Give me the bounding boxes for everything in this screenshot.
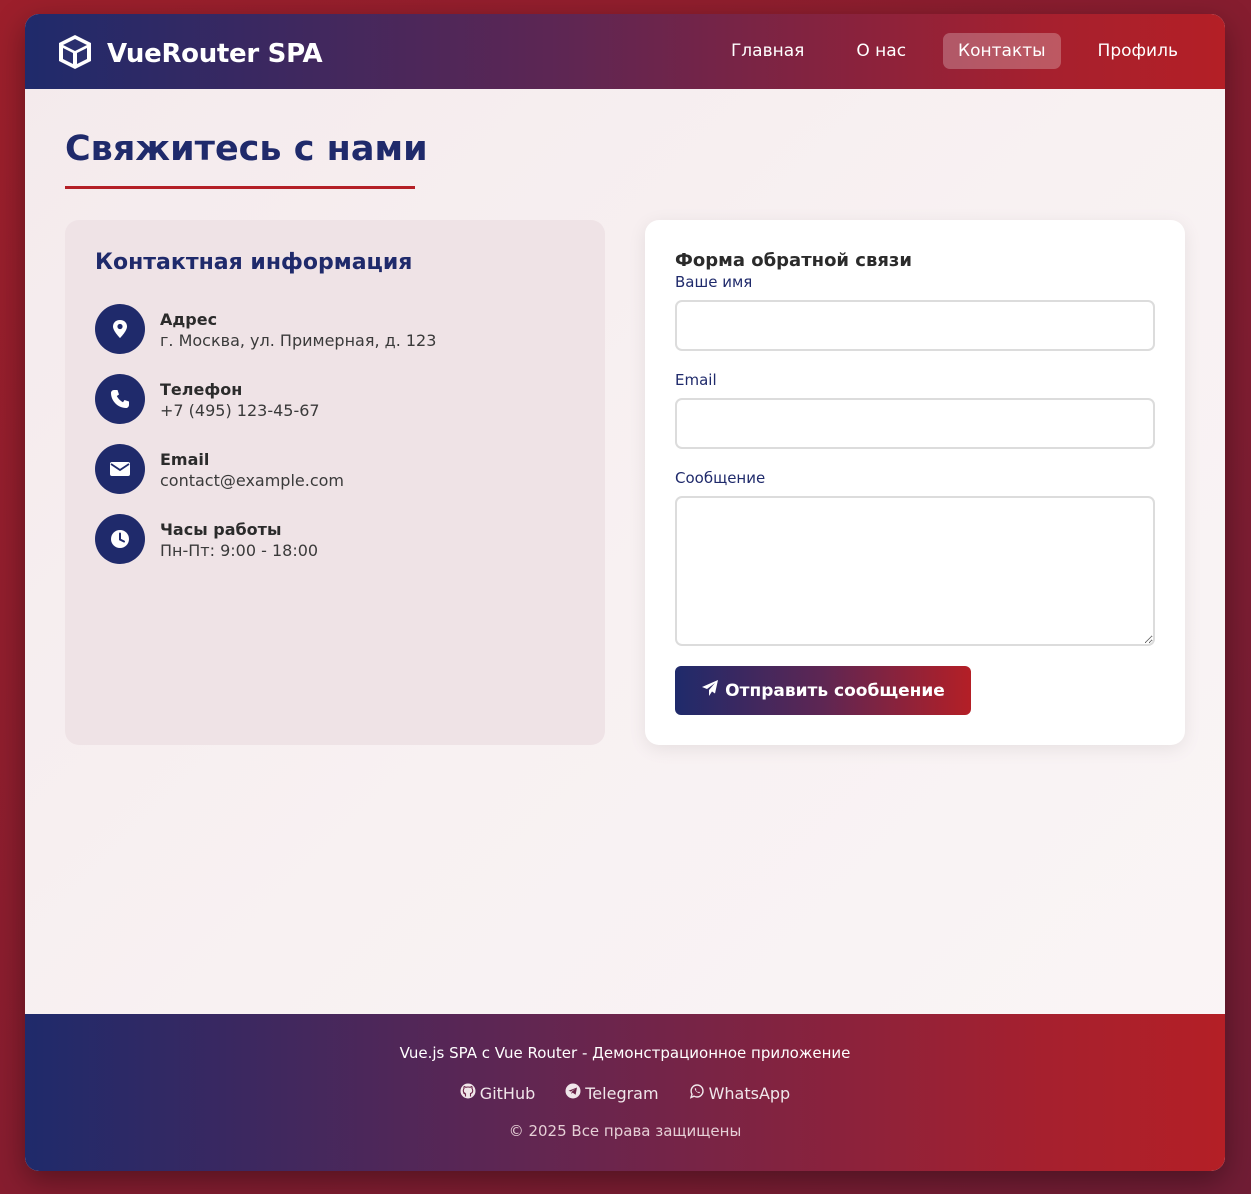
contact-item-value: Пн-Пт: 9:00 - 18:00 — [160, 541, 319, 560]
title-underline — [65, 186, 415, 189]
email-input[interactable] — [675, 398, 1155, 449]
clock-icon — [95, 514, 145, 564]
phone-icon — [95, 374, 145, 424]
paper-plane-icon — [701, 679, 719, 702]
brand-title: VueRouter SPA — [107, 39, 323, 69]
contact-item-email: Email contact@example.com — [95, 444, 344, 494]
nav-item-contacts[interactable]: Контакты — [943, 33, 1061, 69]
cube-icon — [56, 33, 94, 75]
contact-info-heading: Контактная информация — [95, 250, 413, 275]
footer-link-label: WhatsApp — [708, 1083, 791, 1103]
contact-item-value: г. Москва, ул. Примерная, д. 123 — [160, 331, 437, 350]
email-label: Email — [675, 371, 717, 389]
message-label: Сообщение — [675, 469, 766, 487]
contact-info-card: Контактная информация Адрес г. Москва, у… — [65, 220, 605, 745]
nav-item-home[interactable]: Главная — [716, 33, 819, 69]
contact-item-label: Телефон — [160, 380, 243, 399]
main-nav: Главная О нас Контакты Профиль — [716, 33, 1193, 69]
contact-item-value: contact@example.com — [160, 471, 344, 490]
contact-item-phone: Телефон +7 (495) 123-45-67 — [95, 374, 320, 424]
submit-button-label: Отправить сообщение — [725, 680, 945, 701]
footer-link-label: GitHub — [479, 1083, 536, 1103]
brand[interactable]: VueRouter SPA — [56, 33, 323, 75]
name-input[interactable] — [675, 300, 1155, 351]
contact-item-label: Email — [160, 450, 210, 469]
envelope-icon — [95, 444, 145, 494]
footer-link-telegram[interactable]: Telegram — [565, 1083, 659, 1103]
footer: Vue.js SPA с Vue Router - Демонстрационн… — [25, 1014, 1225, 1171]
message-textarea[interactable] — [675, 496, 1155, 646]
github-icon — [460, 1083, 476, 1103]
contact-item-hours: Часы работы Пн-Пт: 9:00 - 18:00 — [95, 514, 318, 564]
nav-item-about[interactable]: О нас — [841, 33, 921, 69]
app-window: VueRouter SPA Главная О нас Контакты Про… — [25, 14, 1225, 1171]
submit-button[interactable]: Отправить сообщение — [675, 666, 971, 715]
footer-link-whatsapp[interactable]: WhatsApp — [689, 1083, 791, 1103]
contact-item-label: Адрес — [160, 310, 218, 329]
contact-item-label: Часы работы — [160, 520, 282, 539]
telegram-icon — [565, 1083, 581, 1103]
map-pin-icon — [95, 304, 145, 354]
nav-item-profile[interactable]: Профиль — [1083, 33, 1193, 69]
page-title: Свяжитесь с нами — [65, 129, 428, 169]
contact-item-address: Адрес г. Москва, ул. Примерная, д. 123 — [95, 304, 436, 354]
feedback-form-card: Форма обратной связи Ваше имя Email Сооб… — [645, 220, 1185, 745]
top-navbar: VueRouter SPA Главная О нас Контакты Про… — [25, 14, 1225, 89]
footer-link-label: Telegram — [585, 1083, 659, 1103]
footer-link-github[interactable]: GitHub — [460, 1083, 535, 1103]
whatsapp-icon — [689, 1083, 705, 1103]
contact-item-value: +7 (495) 123-45-67 — [160, 401, 320, 420]
footer-copyright: © 2025 Все права защищены — [508, 1122, 742, 1140]
name-label: Ваше имя — [675, 273, 753, 291]
footer-description: Vue.js SPA с Vue Router - Демонстрационн… — [399, 1044, 851, 1062]
form-heading: Форма обратной связи — [675, 250, 912, 271]
footer-links: GitHub Telegram WhatsApp — [25, 1083, 1225, 1103]
